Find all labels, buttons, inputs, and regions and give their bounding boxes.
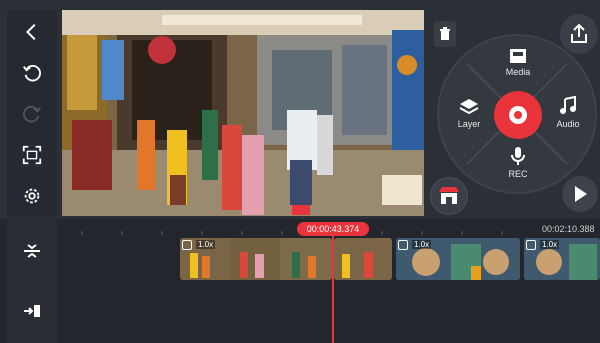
total-duration: 00:02:10.388 — [542, 224, 595, 234]
media-button[interactable]: Media — [499, 48, 537, 77]
layer-icon — [459, 99, 479, 115]
rec-label: REC — [508, 169, 528, 179]
layer-label: Layer — [457, 119, 481, 129]
media-label: Media — [505, 67, 531, 77]
clip-thumbnails — [334, 238, 392, 280]
expand-vertical-icon — [24, 244, 40, 258]
undo-icon — [23, 64, 41, 82]
settings-button[interactable] — [7, 176, 57, 216]
clip-type-icon — [526, 240, 536, 250]
media-wheel: Media Layer Audio REC — [437, 34, 597, 194]
video-track: 1.0x 1.0x 1.0x — [180, 238, 600, 280]
video-clip[interactable]: 1.0x — [396, 238, 520, 280]
jump-to-end-icon — [24, 305, 40, 317]
rec-button[interactable]: REC — [499, 146, 537, 179]
clip-type-icon — [182, 240, 192, 250]
left-toolbar — [7, 10, 57, 216]
play-button[interactable] — [562, 176, 598, 212]
audio-button[interactable]: Audio — [549, 96, 587, 129]
video-clip[interactable] — [334, 238, 392, 280]
fit-screen-button[interactable] — [7, 135, 57, 175]
media-icon — [510, 49, 526, 63]
playhead[interactable] — [332, 233, 334, 343]
video-clip[interactable]: 1.0x — [524, 238, 600, 280]
play-icon — [575, 186, 587, 202]
redo-icon — [23, 105, 41, 123]
capture-button[interactable] — [494, 91, 542, 139]
store-icon — [439, 187, 459, 204]
video-preview[interactable] — [62, 10, 424, 216]
clip-speed-label: 1.0x — [540, 240, 560, 249]
undo-button[interactable] — [7, 53, 57, 93]
jump-to-end-button[interactable] — [7, 291, 57, 331]
timeline-expand-button[interactable] — [7, 231, 57, 271]
audio-label: Audio — [556, 119, 580, 129]
video-frame-image — [62, 10, 424, 216]
microphone-icon — [511, 147, 525, 165]
music-note-icon — [560, 96, 576, 114]
fit-screen-icon — [22, 145, 42, 165]
clip-speed-label: 1.0x — [196, 240, 216, 249]
video-clip[interactable]: 1.0x — [180, 238, 332, 280]
timeline: 00:00:43.374 00:02:10.388 1.0x 1.0x 1.0x — [0, 219, 600, 343]
camera-shutter-icon — [509, 106, 527, 124]
back-button[interactable] — [7, 12, 57, 52]
redo-button[interactable] — [7, 94, 57, 134]
clip-type-icon — [398, 240, 408, 250]
back-icon — [25, 23, 36, 41]
layer-button[interactable]: Layer — [449, 98, 489, 129]
timeline-toolbar — [7, 219, 57, 343]
clip-speed-label: 1.0x — [412, 240, 432, 249]
asset-store-button[interactable] — [430, 177, 468, 215]
settings-icon — [24, 188, 40, 204]
